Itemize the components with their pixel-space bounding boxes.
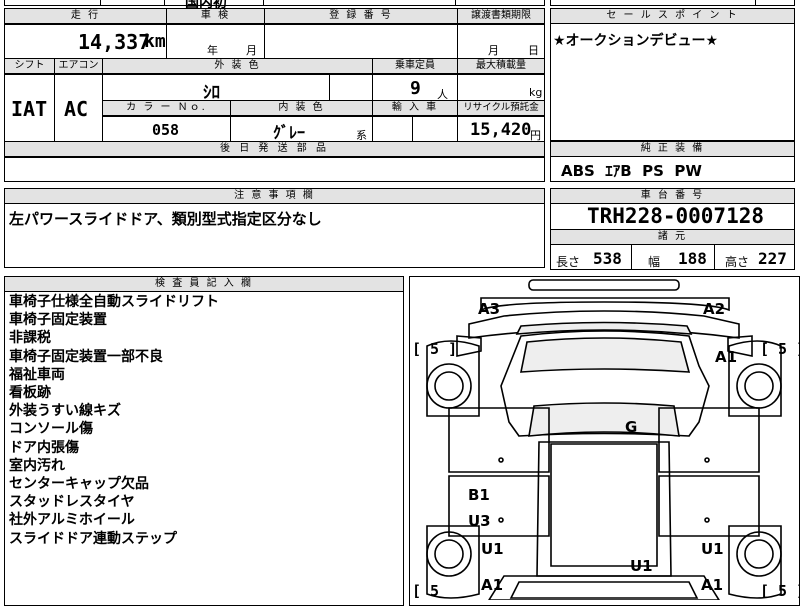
mark-b1: B1 bbox=[468, 486, 490, 504]
top-right-partial bbox=[550, 0, 795, 6]
ac-value: AC bbox=[64, 97, 89, 121]
color-header: 外 装 色 bbox=[103, 59, 372, 74]
sales-point-text: ★オークションデビュー★ bbox=[553, 33, 719, 49]
note-item: スライドドア連動ステップ bbox=[9, 530, 177, 547]
mark-u1-rear: U1 bbox=[630, 557, 653, 575]
inspector-header: 検 査 員 記 入 欄 bbox=[5, 277, 403, 292]
transfer-day: 日 bbox=[528, 44, 539, 57]
note-item: 車椅子固定装置 bbox=[9, 312, 107, 329]
width-value: 188 bbox=[678, 249, 707, 268]
height-value: 227 bbox=[758, 249, 787, 268]
mileage-value: 14,337 bbox=[78, 30, 151, 54]
note-item: 車椅子固定装置一部不良 bbox=[9, 348, 163, 365]
length-value: 538 bbox=[593, 249, 622, 268]
sales-point-box bbox=[550, 8, 795, 141]
note-item: スタッドレスタイヤ bbox=[9, 494, 135, 511]
note-item: ドア内張傷 bbox=[9, 439, 79, 456]
mark-g: G bbox=[625, 418, 638, 436]
maxload-unit: kg bbox=[529, 86, 543, 99]
mileage-header: 走 行 bbox=[5, 9, 166, 24]
interior-suffix: 系 bbox=[356, 129, 367, 142]
colorno-value: 058 bbox=[152, 121, 180, 139]
top-partial-strip bbox=[4, 0, 545, 6]
car-diagram bbox=[426, 279, 782, 600]
reg-header: 登 録 番 号 bbox=[265, 9, 457, 24]
colorno-header: カ ラ ー Ｎｏ. bbox=[103, 101, 230, 116]
maxload-header: 最大積載量 bbox=[458, 59, 544, 74]
mark-u1-right: U1 bbox=[701, 540, 724, 558]
mark-a1-rear-right: A1 bbox=[701, 576, 724, 594]
later-parts-header: 後 日 発 送 部 品 bbox=[5, 142, 544, 157]
equipment-header: 純 正 装 備 bbox=[551, 142, 794, 157]
import-header: 輸 入 車 bbox=[373, 101, 457, 116]
capacity-value: 9 bbox=[410, 78, 421, 99]
note-item: 外装うすい線キズ bbox=[9, 403, 121, 420]
note-item: 室内汚れ bbox=[9, 457, 65, 474]
tread-front-right: [ 5 ] bbox=[760, 340, 800, 358]
note-item: 非課税 bbox=[9, 330, 51, 347]
recycle-header: リサイクル預託金 bbox=[458, 101, 544, 116]
height-label: 高さ bbox=[725, 255, 750, 269]
shaken-header: 車 検 bbox=[167, 9, 264, 24]
mark-a1-rear-left: A1 bbox=[481, 576, 504, 594]
mileage-unit: km bbox=[144, 31, 166, 52]
interior-header: 内 装 色 bbox=[231, 101, 372, 116]
interior-value: ｸﾞﾚｰ bbox=[273, 123, 306, 142]
transfer-header: 譲渡書類期限 bbox=[458, 9, 544, 24]
chassis-header: 車 台 番 号 bbox=[551, 189, 794, 204]
mark-a3: A3 bbox=[478, 300, 501, 318]
note-item: 看板跡 bbox=[9, 385, 51, 402]
width-label: 幅 bbox=[648, 255, 661, 269]
inspector-notes: 車椅子仕様全自動スライドリフト 車椅子固定装置 非課税 車椅子固定装置一部不良 … bbox=[9, 293, 399, 548]
mark-a1-front-right: A1 bbox=[715, 348, 738, 366]
caution-text: 左パワースライドドア、類別型式指定区分なし bbox=[9, 210, 322, 228]
shift-value: IAT bbox=[11, 97, 48, 121]
transfer-month: 月 bbox=[488, 44, 499, 57]
capacity-header: 乗車定員 bbox=[373, 59, 457, 74]
chassis-number: TRH228-0007128 bbox=[587, 204, 765, 228]
note-item: 福祉車両 bbox=[9, 366, 65, 383]
tread-rear-left: [ 5 bbox=[412, 582, 440, 600]
recycle-unit: 円 bbox=[530, 129, 541, 142]
mark-a2: A2 bbox=[703, 300, 726, 318]
mark-u1-left: U1 bbox=[481, 540, 504, 558]
note-item: 車椅子仕様全自動スライドリフト bbox=[9, 294, 219, 310]
ac-header: エアコン bbox=[55, 59, 102, 74]
mark-u3: U3 bbox=[468, 512, 491, 530]
equipment-text: ABS ｴｱB PS PW bbox=[561, 162, 702, 180]
tread-front-left: [ 5 ] bbox=[412, 340, 458, 358]
color-value: ｼﾛ bbox=[203, 83, 220, 103]
recycle-value: 15,420 bbox=[470, 120, 532, 140]
note-item: 社外アルミホイール bbox=[9, 512, 135, 529]
note-item: コンソール傷 bbox=[9, 421, 93, 438]
shift-header: シフト bbox=[5, 59, 54, 74]
length-label: 長さ bbox=[556, 255, 581, 269]
tread-rear-right: [ 5 ] bbox=[760, 582, 800, 600]
shaken-month: 月 bbox=[246, 44, 257, 57]
dims-header: 諸 元 bbox=[551, 230, 794, 245]
sales-point-header: セ ー ル ス ポ イ ン ト bbox=[551, 9, 794, 24]
shaken-year: 年 bbox=[207, 44, 218, 57]
caution-header: 注 意 事 項 欄 bbox=[5, 189, 544, 204]
capacity-unit: 人 bbox=[437, 88, 448, 101]
note-item: センターキャップ欠品 bbox=[9, 476, 149, 493]
